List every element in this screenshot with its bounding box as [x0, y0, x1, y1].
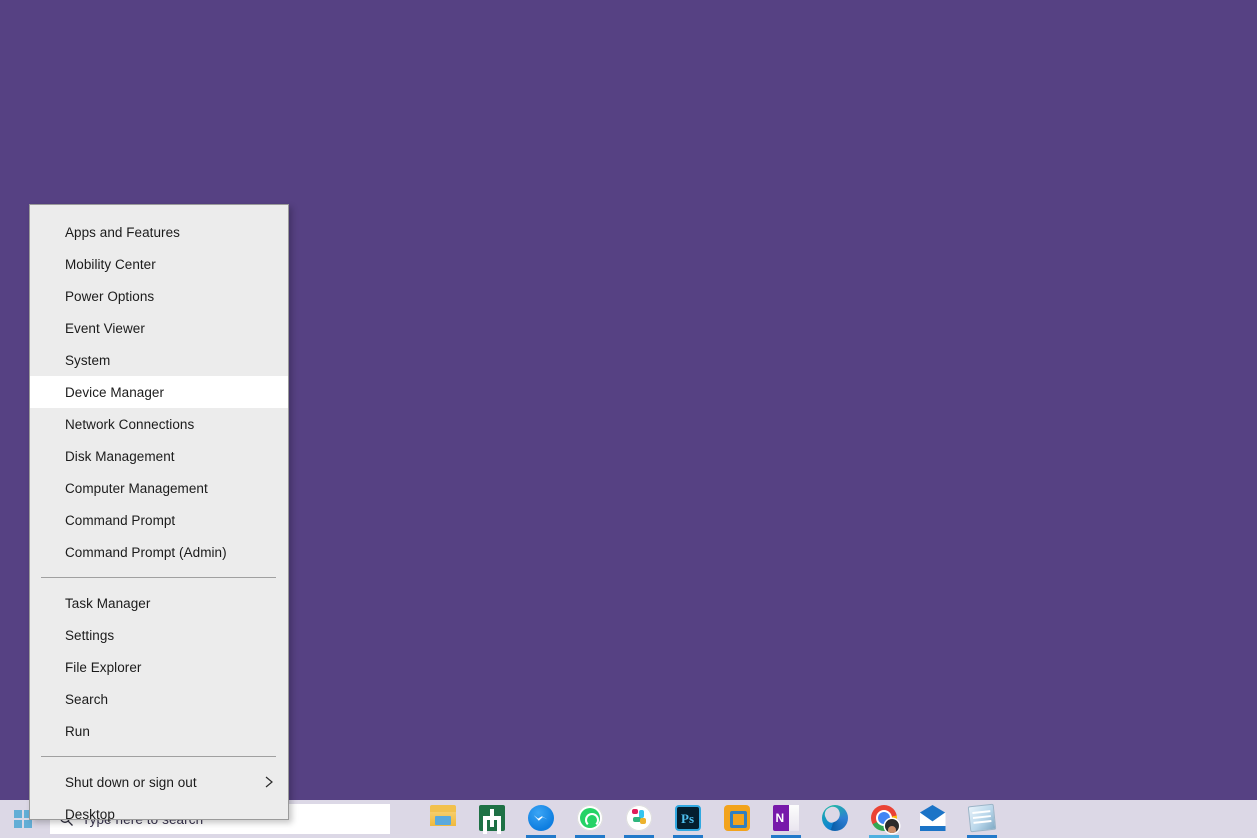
menu-item-event-viewer[interactable]: Event Viewer [30, 312, 288, 344]
vmware-icon [723, 805, 750, 831]
menu-item-run[interactable]: Run [30, 715, 288, 747]
edge-icon [821, 805, 848, 831]
taskbar-app-notes[interactable] [957, 800, 1006, 838]
menu-item-file-explorer[interactable]: File Explorer [30, 651, 288, 683]
taskbar-app-slack[interactable] [614, 800, 663, 838]
menu-item-label: System [65, 352, 111, 368]
menu-item-label: Mobility Center [65, 256, 156, 272]
excel-icon [478, 805, 505, 831]
menu-item-label: Command Prompt (Admin) [65, 544, 227, 560]
file-explorer-icon [429, 805, 456, 831]
menu-item-label: Device Manager [65, 384, 164, 400]
menu-item-apps-and-features[interactable]: Apps and Features [30, 216, 288, 248]
menu-item-disk-management[interactable]: Disk Management [30, 440, 288, 472]
notes-icon [967, 803, 996, 833]
menu-item-label: Command Prompt [65, 512, 176, 528]
menu-item-power-options[interactable]: Power Options [30, 280, 288, 312]
menu-item-mobility-center[interactable]: Mobility Center [30, 248, 288, 280]
menu-item-label: Task Manager [65, 595, 151, 611]
menu-item-label: Power Options [65, 288, 155, 304]
taskbar-app-excel[interactable] [467, 800, 516, 838]
menu-group-session: Shut down or sign out Desktop [30, 766, 288, 830]
menu-item-label: Settings [65, 627, 115, 643]
menu-item-label: Shut down or sign out [65, 774, 197, 790]
menu-group-tools: Task Manager Settings File Explorer Sear… [30, 587, 288, 747]
taskbar-app-chrome[interactable] [859, 800, 908, 838]
chevron-right-icon [264, 775, 274, 789]
menu-item-label: Apps and Features [65, 224, 180, 240]
taskbar-app-file-explorer[interactable] [418, 800, 467, 838]
menu-item-label: Network Connections [65, 416, 195, 432]
menu-item-shut-down-or-sign-out[interactable]: Shut down or sign out [30, 766, 288, 798]
menu-item-network-connections[interactable]: Network Connections [30, 408, 288, 440]
menu-item-label: Desktop [65, 806, 115, 822]
menu-item-label: Disk Management [65, 448, 175, 464]
mail-icon [919, 805, 946, 831]
menu-item-desktop[interactable]: Desktop [30, 798, 288, 830]
menu-item-system[interactable]: System [30, 344, 288, 376]
menu-item-search[interactable]: Search [30, 683, 288, 715]
menu-separator [41, 577, 276, 578]
slack-icon [625, 805, 652, 831]
menu-group-system: Apps and Features Mobility Center Power … [30, 216, 288, 568]
menu-item-settings[interactable]: Settings [30, 619, 288, 651]
menu-item-command-prompt-admin[interactable]: Command Prompt (Admin) [30, 536, 288, 568]
chrome-icon [870, 805, 899, 833]
taskbar-app-edge[interactable] [810, 800, 859, 838]
menu-item-command-prompt[interactable]: Command Prompt [30, 504, 288, 536]
photoshop-icon: Ps [674, 805, 701, 831]
taskbar-app-mail[interactable] [908, 800, 957, 838]
menu-item-label: Search [65, 691, 109, 707]
menu-item-label: Computer Management [65, 480, 208, 496]
menu-item-computer-management[interactable]: Computer Management [30, 472, 288, 504]
taskbar-app-vmware[interactable] [712, 800, 761, 838]
taskbar-app-messenger[interactable] [516, 800, 565, 838]
taskbar-app-whatsapp[interactable] [565, 800, 614, 838]
menu-item-label: Run [65, 723, 90, 739]
menu-separator [41, 756, 276, 757]
menu-item-label: File Explorer [65, 659, 142, 675]
taskbar-app-photoshop[interactable]: Ps [663, 800, 712, 838]
menu-item-label: Event Viewer [65, 320, 145, 336]
power-user-menu: Apps and Features Mobility Center Power … [29, 204, 289, 822]
messenger-icon [527, 805, 554, 831]
taskbar-pinned-apps: Ps N [418, 800, 1006, 838]
menu-item-device-manager[interactable]: Device Manager [30, 376, 288, 408]
avatar [884, 819, 899, 833]
onenote-icon: N [772, 805, 799, 831]
whatsapp-icon [576, 805, 603, 831]
taskbar-app-onenote[interactable]: N [761, 800, 810, 838]
menu-item-task-manager[interactable]: Task Manager [30, 587, 288, 619]
